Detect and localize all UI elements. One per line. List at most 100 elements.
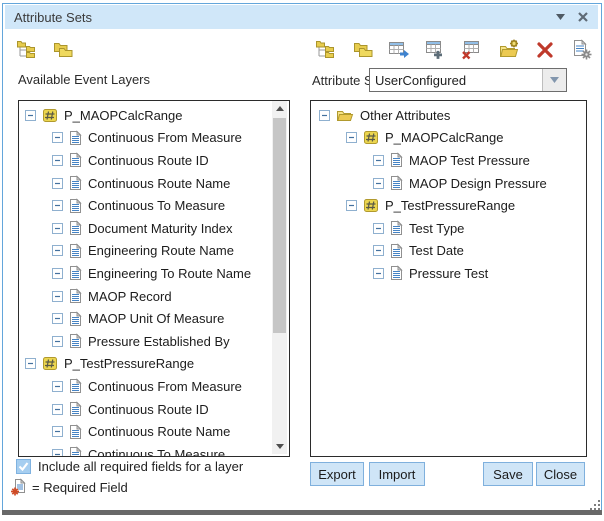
- include-required-fields-checkbox[interactable]: [16, 459, 31, 474]
- scroll-down-icon[interactable]: [272, 439, 287, 454]
- tree-item[interactable]: Continuous To Measure: [19, 194, 274, 217]
- tree-item-label: P_TestPressureRange: [64, 356, 194, 371]
- tree-item-label: MAOP Design Pressure: [409, 176, 547, 191]
- field-icon: [69, 220, 82, 236]
- tree-item[interactable]: Continuous Route ID: [19, 149, 274, 172]
- combobox-dropdown-button[interactable]: [542, 69, 566, 91]
- save-button[interactable]: Save: [483, 462, 533, 486]
- collapse-expander-icon[interactable]: [373, 223, 384, 234]
- expand-layer-tree-icon[interactable]: [16, 39, 38, 61]
- folder-icon: [336, 108, 354, 122]
- table-add-icon[interactable]: [425, 39, 447, 61]
- resize-grip[interactable]: [586, 496, 602, 512]
- attribute-set-combobox[interactable]: UserConfigured: [369, 68, 567, 92]
- close-button[interactable]: Close: [536, 462, 585, 486]
- tree-item[interactable]: MAOP Record: [19, 285, 274, 308]
- collapse-expander-icon[interactable]: [373, 268, 384, 279]
- collapse-expander-icon[interactable]: [346, 200, 357, 211]
- tree-item-label: Continuous Route ID: [88, 402, 209, 417]
- collapse-folders-icon[interactable]: [52, 39, 74, 61]
- available-layers-tree-panel[interactable]: P_MAOPCalcRangeContinuous From MeasureCo…: [18, 100, 290, 457]
- collapse-expander-icon[interactable]: [52, 178, 63, 189]
- collapse-expander-icon[interactable]: [319, 110, 330, 121]
- tree-item[interactable]: P_MAOPCalcRange: [19, 104, 274, 127]
- tree-item[interactable]: Engineering Route Name: [19, 240, 274, 263]
- dialog-title: Attribute Sets: [14, 10, 92, 25]
- collapse-expander-icon[interactable]: [373, 178, 384, 189]
- tree-item[interactable]: P_MAOPCalcRange: [311, 127, 586, 150]
- close-icon[interactable]: [576, 10, 590, 24]
- collapse-expander-icon[interactable]: [52, 268, 63, 279]
- tree-item[interactable]: Test Date: [311, 240, 586, 263]
- tree-item[interactable]: MAOP Unit Of Measure: [19, 307, 274, 330]
- event-layer-icon: [42, 356, 58, 371]
- collapse-expander-icon[interactable]: [52, 336, 63, 347]
- tree-item-label: P_MAOPCalcRange: [64, 108, 183, 123]
- field-icon: [69, 152, 82, 168]
- scrollbar-thumb[interactable]: [273, 118, 286, 333]
- export-button[interactable]: Export: [310, 462, 364, 486]
- tree-item[interactable]: Other Attributes: [311, 104, 586, 127]
- tree-item[interactable]: Continuous Route ID: [19, 398, 274, 421]
- delete-icon[interactable]: [534, 39, 556, 61]
- field-icon: [69, 333, 82, 349]
- event-layer-icon: [363, 130, 379, 145]
- field-icon: [69, 288, 82, 304]
- tree-item[interactable]: Document Maturity Index: [19, 217, 274, 240]
- collapse-expander-icon[interactable]: [52, 245, 63, 256]
- collapse-expander-icon[interactable]: [52, 381, 63, 392]
- collapse-expander-icon[interactable]: [373, 155, 384, 166]
- titlebar[interactable]: Attribute Sets: [5, 5, 598, 29]
- collapse-expander-icon[interactable]: [373, 245, 384, 256]
- import-button[interactable]: Import: [369, 462, 425, 486]
- tree-item[interactable]: Continuous From Measure: [19, 375, 274, 398]
- field-icon: [390, 220, 403, 236]
- collapse-expander-icon[interactable]: [346, 132, 357, 143]
- tree-item-label: Continuous To Measure: [88, 198, 225, 213]
- tree-item[interactable]: P_TestPressureRange: [311, 194, 586, 217]
- field-icon: [69, 130, 82, 146]
- tree-item[interactable]: Continuous To Measure: [19, 443, 274, 457]
- tree-item[interactable]: Continuous Route Name: [19, 420, 274, 443]
- tree-item[interactable]: Pressure Test: [311, 262, 586, 285]
- tree-item-label: MAOP Record: [88, 289, 172, 304]
- properties-icon[interactable]: [571, 39, 593, 61]
- dock-menu-icon[interactable]: [553, 10, 567, 24]
- collapse-expander-icon[interactable]: [52, 426, 63, 437]
- attribute-set-value: UserConfigured: [370, 73, 542, 88]
- collapse-expander-icon[interactable]: [52, 155, 63, 166]
- field-icon: [69, 401, 82, 417]
- tree-item[interactable]: Test Type: [311, 217, 586, 240]
- collapse-expander-icon[interactable]: [25, 110, 36, 121]
- collapse-expander-icon[interactable]: [52, 132, 63, 143]
- field-icon: [390, 265, 403, 281]
- field-icon: [390, 243, 403, 259]
- required-field-legend: = Required Field: [32, 480, 128, 495]
- attribute-set-tree-panel[interactable]: Other AttributesP_MAOPCalcRangeMAOP Test…: [310, 100, 587, 457]
- collapse-expander-icon[interactable]: [52, 223, 63, 234]
- field-icon: [69, 446, 82, 457]
- tree-item[interactable]: MAOP Test Pressure: [311, 149, 586, 172]
- tree-item[interactable]: Continuous From Measure: [19, 127, 274, 150]
- collapse-expander-icon[interactable]: [52, 313, 63, 324]
- tree-item[interactable]: Continuous Route Name: [19, 172, 274, 195]
- tree-item-label: Test Date: [409, 243, 464, 258]
- collapse-expander-icon[interactable]: [52, 449, 63, 457]
- tree-item[interactable]: MAOP Design Pressure: [311, 172, 586, 195]
- collapse-expander-icon[interactable]: [52, 404, 63, 415]
- folder-new-icon[interactable]: [498, 39, 520, 61]
- collapse-expander-icon[interactable]: [25, 358, 36, 369]
- collapse-expander-icon[interactable]: [52, 200, 63, 211]
- expand-layer-tree-icon[interactable]: [315, 39, 337, 61]
- scroll-up-icon[interactable]: [272, 101, 287, 116]
- table-export-icon[interactable]: [388, 39, 410, 61]
- toolbar-right-group: [315, 39, 593, 61]
- collapse-folders-icon[interactable]: [352, 39, 374, 61]
- tree-item[interactable]: Engineering To Route Name: [19, 262, 274, 285]
- table-remove-icon[interactable]: [461, 39, 483, 61]
- tree-item[interactable]: Pressure Established By: [19, 330, 274, 353]
- scrollbar[interactable]: [272, 101, 287, 454]
- tree-item-label: Engineering To Route Name: [88, 266, 251, 281]
- tree-item[interactable]: P_TestPressureRange: [19, 353, 274, 376]
- collapse-expander-icon[interactable]: [52, 291, 63, 302]
